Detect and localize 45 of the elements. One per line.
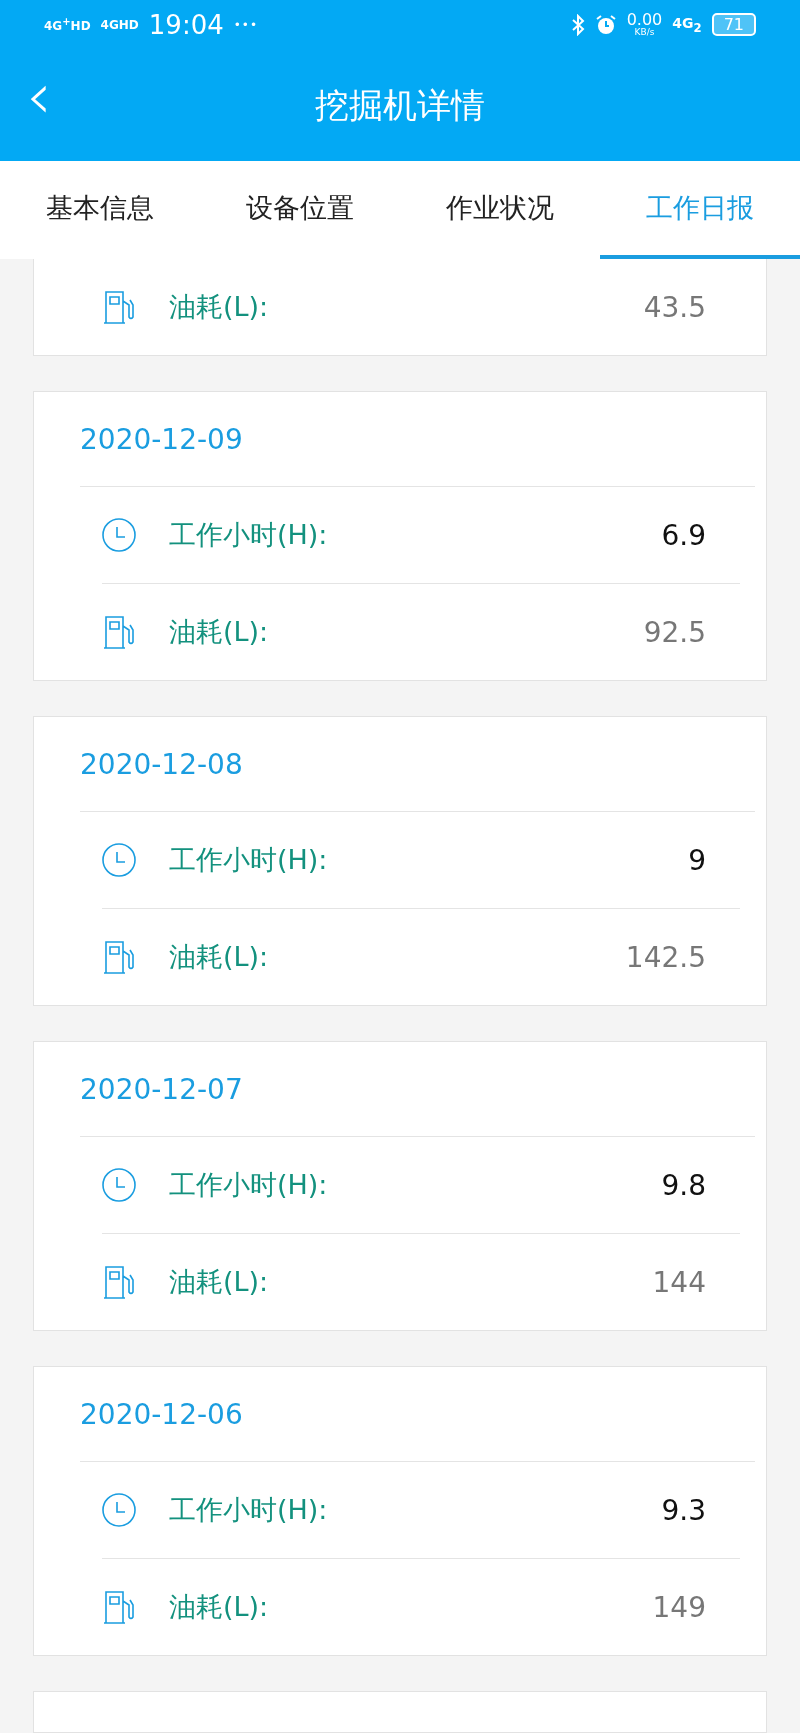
network-indicator: 4G$_{2}$ bbox=[672, 15, 702, 35]
row-value: 43.5 bbox=[643, 290, 706, 324]
battery-indicator: 71 bbox=[711, 13, 756, 37]
row-label: 工作小时(H): bbox=[169, 1493, 329, 1527]
clock-icon bbox=[101, 1167, 137, 1203]
tab[interactable]: 作业状况 bbox=[400, 161, 600, 259]
page-title: 挖掘机详情 bbox=[315, 83, 485, 127]
report-date: 2020-12-07 bbox=[79, 1071, 244, 1108]
row-value: 9 bbox=[688, 843, 706, 877]
fuel-pump-icon bbox=[101, 1264, 137, 1300]
row-value: 9.8 bbox=[661, 1168, 706, 1202]
clock-icon bbox=[101, 842, 137, 878]
row-value: 9.3 bbox=[661, 1493, 706, 1527]
clock-icon bbox=[101, 517, 137, 553]
row-value: 144 bbox=[652, 1265, 706, 1299]
more-indicator: ••• bbox=[233, 17, 258, 32]
row-label: 工作小时(H): bbox=[169, 518, 329, 552]
row-label: 油耗(L): bbox=[169, 1265, 270, 1299]
row-label: 工作小时(H): bbox=[169, 843, 329, 877]
clock-time: 19:04 bbox=[148, 9, 224, 40]
fuel-pump-icon bbox=[101, 614, 137, 650]
row-label: 油耗(L): bbox=[169, 940, 270, 974]
speed-value: 0.00 bbox=[626, 12, 663, 29]
clock-icon bbox=[101, 1492, 137, 1528]
row-value: 92.5 bbox=[643, 615, 706, 649]
row-label: 油耗(L): bbox=[169, 1590, 270, 1624]
network-indicator: 4G$^{+}$HD bbox=[44, 16, 91, 34]
row-label: 油耗(L): bbox=[169, 290, 270, 324]
fuel-pump-icon bbox=[101, 1589, 137, 1625]
tab[interactable]: 设备位置 bbox=[200, 161, 400, 259]
report-date: 2020-12-09 bbox=[79, 421, 244, 458]
speed-unit: KB/s bbox=[634, 28, 655, 38]
report-date: 2020-12-08 bbox=[79, 746, 244, 783]
report-date: 2020-12-06 bbox=[79, 1396, 244, 1433]
row-label: 油耗(L): bbox=[169, 615, 270, 649]
bluetooth-icon bbox=[570, 13, 585, 36]
row-value: 6.9 bbox=[661, 518, 706, 552]
network-indicator: 4GHD bbox=[100, 17, 139, 32]
row-value: 149 bbox=[652, 1590, 706, 1624]
alarm-icon bbox=[594, 13, 617, 36]
fuel-pump-icon bbox=[101, 289, 137, 325]
row-label: 工作小时(H): bbox=[169, 1168, 329, 1202]
tab[interactable]: 基本信息 bbox=[0, 161, 200, 259]
row-value: 142.5 bbox=[625, 940, 706, 974]
fuel-pump-icon bbox=[101, 939, 137, 975]
